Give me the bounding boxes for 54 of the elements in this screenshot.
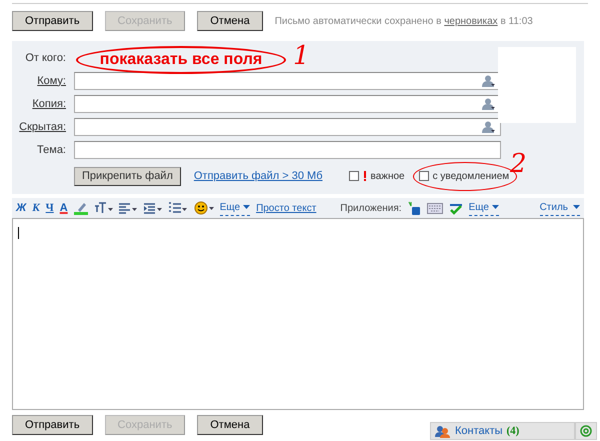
italic-button[interactable]: К <box>32 200 40 216</box>
subject-field[interactable] <box>74 141 501 159</box>
annotation-number: 2 <box>510 151 527 177</box>
align-icon[interactable] <box>118 202 138 214</box>
drafts-link[interactable]: черновиках <box>444 16 498 26</box>
address-field[interactable] <box>74 72 501 90</box>
list-icon[interactable] <box>168 202 188 214</box>
button[interactable]: Отправить <box>12 11 93 31</box>
annotation-number: 1 <box>293 43 310 69</box>
bold-button[interactable]: Ж <box>16 200 26 216</box>
more-dropdown[interactable]: Еще <box>220 200 250 216</box>
highlighter-icon[interactable] <box>74 202 88 214</box>
plain-text-link[interactable]: Просто текст <box>256 200 316 216</box>
address-book-link[interactable]: Копия: <box>12 96 66 112</box>
caret-icon <box>573 205 580 210</box>
contact-picker-icon[interactable] <box>482 121 496 133</box>
field-label: Тема: <box>36 142 66 158</box>
text-cursor <box>18 227 19 239</box>
autosave-status: Письмо автоматически сохранено в черновиках в 11:03 <box>274 14 533 28</box>
contacts-bar[interactable]: Контакты (4) <box>430 422 575 440</box>
annotation-text: покаказать все поля <box>100 52 262 68</box>
font-size-icon[interactable] <box>94 202 113 214</box>
address-field[interactable] <box>74 118 501 136</box>
address-book-link[interactable]: Скрытая: <box>12 118 66 136</box>
status-button[interactable] <box>575 422 597 440</box>
contacts-label: Контакты <box>455 424 503 439</box>
more-dropdown[interactable]: Еще <box>468 200 499 216</box>
address-field[interactable] <box>74 95 501 113</box>
caret-icon <box>492 205 499 210</box>
checkbox[interactable] <box>418 171 429 181</box>
people-icon <box>435 424 451 438</box>
contacts-count: (4) <box>506 424 520 439</box>
apps-label: Приложения: <box>340 202 402 216</box>
underline-button[interactable]: Ч <box>46 200 54 216</box>
exclamation-icon <box>362 171 366 181</box>
address-book-link[interactable]: Кому: <box>12 72 66 90</box>
contact-picker-icon[interactable] <box>482 75 496 87</box>
smiley-icon[interactable] <box>194 201 214 215</box>
button[interactable]: Отмена <box>197 415 263 435</box>
checkbox[interactable] <box>348 171 358 181</box>
spellcheck-icon[interactable] <box>448 201 463 215</box>
from-label: От кого: <box>24 50 66 66</box>
contact-picker-icon[interactable] <box>482 98 496 110</box>
text-color-button[interactable]: А <box>60 200 68 216</box>
option-label: важное <box>370 170 405 184</box>
option-label: с уведомлением <box>432 170 510 184</box>
button[interactable]: Отправить <box>12 415 93 435</box>
send-large-file-link[interactable]: Отправить файл > 30 Мб <box>194 168 322 184</box>
indent-icon[interactable] <box>144 202 163 214</box>
button[interactable]: Отмена <box>197 11 263 31</box>
style-dropdown[interactable]: Стиль <box>540 200 580 216</box>
caret-icon <box>243 205 250 210</box>
keyboard-icon[interactable] <box>426 202 443 214</box>
attach-file-button[interactable]: Прикрепить файл <box>74 166 181 186</box>
